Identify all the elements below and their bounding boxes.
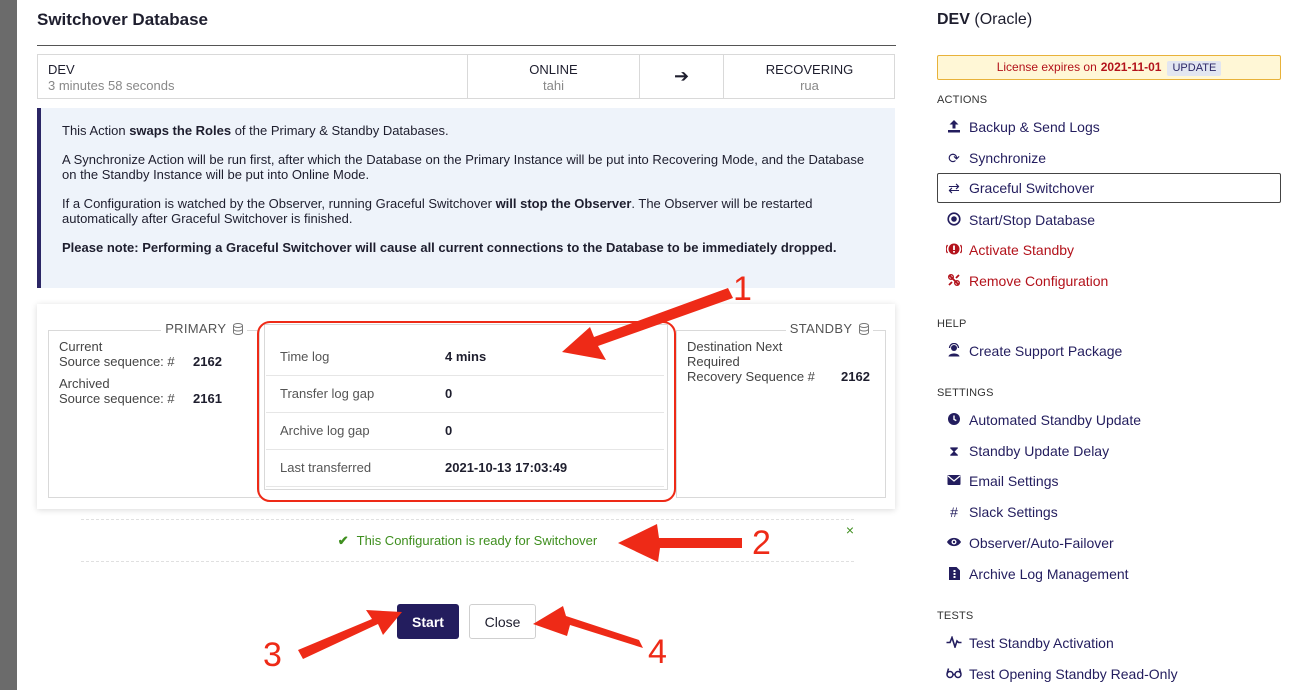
source-elapsed: 3 minutes 58 seconds — [48, 78, 175, 93]
metric-row: Time log 4 mins — [266, 338, 664, 376]
info-paragraph-sync: A Synchronize Action will be run first, … — [62, 152, 865, 182]
section-tests: TESTS — [937, 610, 974, 622]
title-divider — [37, 45, 896, 46]
current-sequence-value: 2162 — [193, 354, 222, 369]
ready-message: This Configuration is ready for Switchov… — [356, 533, 598, 548]
start-button[interactable]: Start — [397, 604, 459, 639]
destination-sequence-value: 2162 — [841, 369, 870, 384]
slack-icon: # — [950, 504, 958, 520]
standby-state: RECOVERING — [765, 62, 854, 77]
section-settings: SETTINGS — [937, 387, 994, 399]
sidebar-item-slack-settings[interactable]: # Slack Settings — [937, 497, 1281, 527]
standby-cell: RECOVERING rua — [724, 55, 895, 98]
alert-circle-icon — [945, 242, 963, 258]
sidebar-item-backup-send-logs[interactable]: Backup & Send Logs — [937, 112, 1281, 142]
primary-state: ONLINE — [529, 62, 578, 77]
standby-legend: STANDBY — [785, 321, 873, 336]
replication-stats-panel: PRIMARY Current Source sequence: # 2162 … — [37, 304, 895, 509]
source-name: DEV — [48, 62, 75, 77]
info-paragraph-observer: If a Configuration is watched by the Obs… — [62, 196, 813, 226]
switch-arrows-icon: ⇄ — [948, 180, 960, 196]
sidebar-item-remove-configuration[interactable]: Remove Configuration — [937, 266, 1281, 296]
current-sequence: Current Source sequence: # 2162 — [59, 339, 222, 369]
database-icon — [233, 323, 243, 335]
license-update-badge[interactable]: UPDATE — [1167, 61, 1222, 76]
section-help: HELP — [937, 318, 967, 330]
metric-row: Transfer log gap 0 — [266, 375, 664, 413]
check-icon: ✔ — [337, 533, 349, 548]
sidebar-item-activate-standby[interactable]: Activate Standby — [937, 235, 1281, 265]
license-banner: License expires on 2021-11-01 UPDATE — [937, 55, 1281, 80]
sidebar-item-archive-log-management[interactable]: Archive Log Management — [937, 559, 1281, 589]
annotation-label-3: 3 — [263, 636, 282, 674]
section-actions: ACTIONS — [937, 94, 988, 106]
envelope-icon — [946, 473, 962, 489]
clock-icon — [946, 412, 962, 428]
power-circle-icon — [946, 212, 962, 228]
standby-box: STANDBY Destination Next Required Recove… — [676, 321, 886, 498]
annotation-label-2: 2 — [752, 524, 771, 562]
sidebar-item-test-opening-standby-read-only[interactable]: Test Opening Standby Read-Only — [937, 659, 1281, 689]
arrow-cell: ➔ — [640, 55, 724, 98]
database-icon — [859, 323, 869, 335]
primary-legend: PRIMARY — [161, 321, 247, 336]
hourglass-icon: ⧗ — [949, 443, 959, 459]
sidebar-item-observer-auto-failover[interactable]: Observer/Auto-Failover — [937, 528, 1281, 558]
upload-icon — [946, 119, 962, 135]
transfer-metrics-table: Time log 4 mins Transfer log gap 0 Archive… — [264, 324, 668, 490]
file-archive-icon — [946, 566, 962, 582]
sidebar-item-automated-standby-update[interactable]: Automated Standby Update — [937, 405, 1281, 435]
sidebar-item-create-support-package[interactable]: Create Support Package — [937, 336, 1281, 366]
archived-sequence-value: 2161 — [193, 391, 222, 406]
close-icon[interactable]: × — [846, 509, 854, 551]
unlink-icon — [946, 273, 962, 289]
dialog-title: Switchover Database — [37, 10, 209, 29]
close-button[interactable]: Close — [469, 604, 536, 639]
source-cell: DEV 3 minutes 58 seconds — [38, 55, 468, 98]
annotation-label-4: 4 — [648, 633, 667, 671]
arrow-right-icon: ➔ — [673, 66, 690, 86]
archived-sequence: Archived Source sequence: # 2161 — [59, 376, 222, 406]
backdrop-strip — [0, 0, 17, 690]
info-box: This Action swaps the Roles of the Prima… — [37, 108, 895, 288]
primary-host: tahi — [543, 78, 564, 93]
info-paragraph-warning: Please note: Performing a Graceful Switc… — [62, 240, 837, 255]
info-paragraph-roles: This Action swaps the Roles of the Prima… — [62, 123, 449, 138]
metric-row: Archive log gap 0 — [266, 412, 664, 450]
sidebar-item-synchronize[interactable]: ⟳ Synchronize — [937, 143, 1281, 173]
role-status-bar: DEV 3 minutes 58 seconds ONLINE tahi ➔ R… — [37, 54, 895, 99]
heartbeat-icon — [946, 635, 962, 651]
sidebar-item-graceful-switchover[interactable]: ⇄ Graceful Switchover — [937, 173, 1281, 203]
destination-sequence: Destination Next Required Recovery Seque… — [687, 339, 870, 384]
sidebar-item-email-settings[interactable]: Email Settings — [937, 466, 1281, 496]
primary-cell: ONLINE tahi — [468, 55, 640, 98]
sidebar-item-standby-update-delay[interactable]: ⧗ Standby Update Delay — [937, 436, 1281, 466]
metric-row: Last transferred 2021-10-13 17:03:49 — [266, 449, 664, 487]
ready-alert: ✔ This Configuration is ready for Switcho… — [81, 519, 854, 562]
glasses-icon — [946, 666, 962, 682]
sidebar-item-start-stop-database[interactable]: Start/Stop Database — [937, 205, 1281, 235]
database-title: DEV (Oracle) — [937, 11, 1033, 28]
actions-sidebar: DEV (Oracle) License expires on 2021-11-0… — [920, 0, 1302, 690]
annotation-label-1: 1 — [733, 270, 752, 308]
primary-box: PRIMARY Current Source sequence: # 2162 … — [48, 321, 260, 498]
standby-host: rua — [800, 78, 819, 93]
sync-icon: ⟳ — [948, 150, 960, 166]
support-agent-icon — [946, 342, 962, 359]
sidebar-item-test-standby-activation[interactable]: Test Standby Activation — [937, 628, 1281, 658]
switchover-dialog: Switchover Database DEV 3 minutes 58 sec… — [17, 0, 914, 690]
eye-icon — [946, 535, 962, 551]
